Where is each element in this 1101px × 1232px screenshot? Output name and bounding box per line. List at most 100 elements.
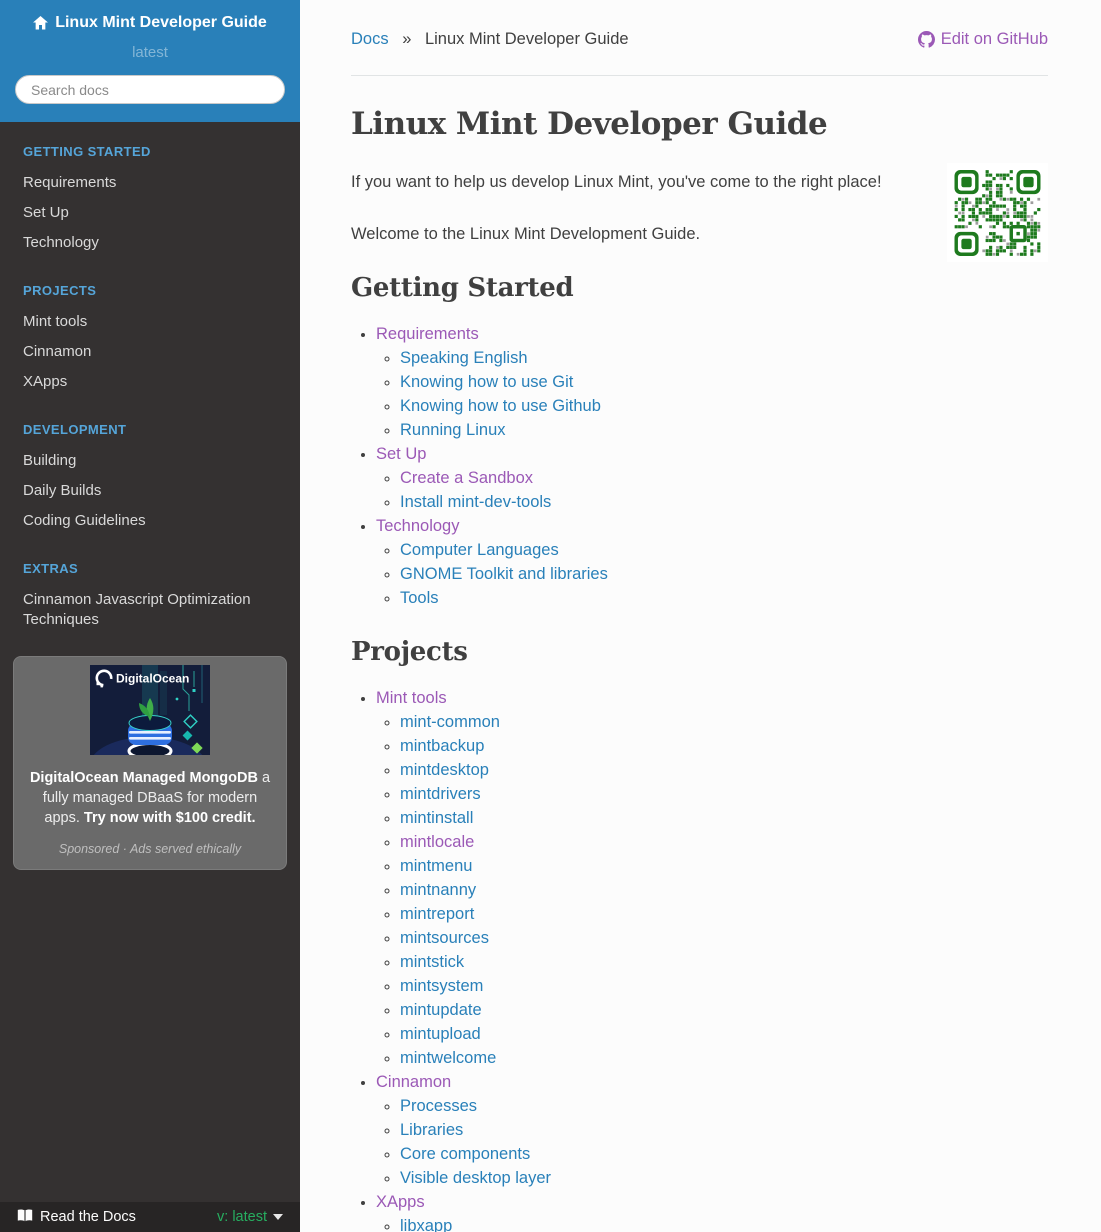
nav-caption-getting-started: GETTING STARTED — [23, 144, 151, 159]
readthedocs-label: Read the Docs — [40, 1209, 136, 1225]
breadcrumb-row: Docs » Linux Mint Developer Guide Edit o… — [351, 30, 1048, 49]
content-link-mint-common[interactable]: mint-common — [400, 713, 500, 731]
toc-subitem: Running Linux — [400, 418, 1048, 442]
sidebar-item-cinnamon-javascript-optimization-techniques[interactable]: Cinnamon Javascript Optimization Techniq… — [0, 585, 300, 635]
ad-cta: Try now with $100 credit. — [83, 810, 256, 826]
toc-subitem: GNOME Toolkit and libraries — [400, 562, 1048, 586]
toc-subitem: mintdrivers — [400, 782, 1048, 806]
readthedocs-bar: Read the Docs v: latest — [0, 1202, 300, 1232]
content-link-gnome-toolkit-and-libraries[interactable]: GNOME Toolkit and libraries — [400, 565, 608, 583]
content-link-mintbackup[interactable]: mintbackup — [400, 737, 484, 755]
section-heading-projects: Projects — [351, 637, 468, 667]
home-icon — [33, 16, 49, 30]
toc-subitem: mintbackup — [400, 734, 1048, 758]
ad-text[interactable]: DigitalOcean Managed MongoDB a fully man… — [26, 768, 274, 828]
toc-subitem: mintstick — [400, 950, 1048, 974]
sidebar-nav: GETTING STARTED Requirements Set Up Technol… — [0, 122, 300, 635]
sidebar: Linux Mint Developer Guide latest GETTIN… — [0, 0, 300, 1232]
caret-down-icon — [273, 1214, 283, 1220]
sidebar-item-cinnamon[interactable]: Cinnamon — [0, 337, 300, 367]
toc-subitem: Create a Sandbox — [400, 466, 1048, 490]
sidebar-item-requirements[interactable]: Requirements — [0, 168, 300, 198]
digitalocean-ad-image[interactable]: DigitalOcean — [90, 665, 210, 755]
toc-sublist: Computer Languages GNOME Toolkit and libr… — [376, 538, 1048, 610]
content-link-libxapp[interactable]: libxapp — [400, 1217, 452, 1232]
content-link-requirements[interactable]: Requirements — [376, 325, 479, 343]
sidebar-item-xapps[interactable]: XApps — [0, 367, 300, 397]
content-link-install-mint-dev-tools[interactable]: Install mint-dev-tools — [400, 493, 551, 511]
toc-item: Cinnamon Processes Libraries Core component… — [376, 1070, 1048, 1190]
intro-paragraph-1: If you want to help us develop Linux Min… — [351, 173, 882, 191]
content-link-knowing-how-to-use-github[interactable]: Knowing how to use Github — [400, 397, 601, 415]
toc-subitem: Computer Languages — [400, 538, 1048, 562]
toc-subitem: mintlocale — [400, 830, 1048, 854]
toc-list: Requirements Speaking English Knowing how … — [351, 322, 1048, 610]
toc-sublist: Speaking English Knowing how to use Git Kn… — [376, 346, 1048, 442]
edit-on-github-link[interactable]: Edit on GitHub — [917, 30, 1048, 49]
svg-text:DigitalOcean: DigitalOcean — [116, 672, 189, 686]
project-home-link[interactable]: Linux Mint Developer Guide — [33, 14, 267, 32]
content-link-libraries[interactable]: Libraries — [400, 1121, 463, 1139]
content-link-mintstick[interactable]: mintstick — [400, 953, 464, 971]
content-link-computer-languages[interactable]: Computer Languages — [400, 541, 559, 559]
toc-item: Set Up Create a Sandbox Install mint-dev-t… — [376, 442, 1048, 514]
content-link-mintlocale[interactable]: mintlocale — [400, 833, 474, 851]
version-switcher[interactable]: v: latest — [217, 1209, 283, 1225]
content-link-create-a-sandbox[interactable]: Create a Sandbox — [400, 469, 533, 487]
qr-code-image — [947, 163, 1048, 262]
content-link-technology[interactable]: Technology — [376, 517, 459, 535]
content-link-processes[interactable]: Processes — [400, 1097, 477, 1115]
content-link-running-linux[interactable]: Running Linux — [400, 421, 506, 439]
toc-subitem: mintwelcome — [400, 1046, 1048, 1070]
sidebar-item-set-up[interactable]: Set Up — [0, 198, 300, 228]
toc-item: Technology Computer Languages GNOME Toolki… — [376, 514, 1048, 610]
readthedocs-link[interactable]: Read the Docs — [17, 1209, 136, 1226]
sidebar-item-building[interactable]: Building — [0, 446, 300, 476]
content-link-mintsources[interactable]: mintsources — [400, 929, 489, 947]
content-link-xapps[interactable]: XApps — [376, 1193, 425, 1211]
content-link-mintmenu[interactable]: mintmenu — [400, 857, 472, 875]
content-link-mintsystem[interactable]: mintsystem — [400, 977, 483, 995]
toc-subitem: Processes — [400, 1094, 1048, 1118]
content-link-mintupdate[interactable]: mintupdate — [400, 1001, 482, 1019]
toc-subitem: mint-common — [400, 710, 1048, 734]
content-link-core-components[interactable]: Core components — [400, 1145, 530, 1163]
content-link-speaking-english[interactable]: Speaking English — [400, 349, 528, 367]
content-link-mintupload[interactable]: mintupload — [400, 1025, 481, 1043]
toc-sublist: libxapppython-xapp — [376, 1214, 1048, 1232]
toc-subitem: mintreport — [400, 902, 1048, 926]
breadcrumb-divider — [351, 75, 1048, 76]
sidebar-item-technology[interactable]: Technology — [0, 228, 300, 258]
content-link-mint-tools[interactable]: Mint tools — [376, 689, 447, 707]
content-link-mintdesktop[interactable]: mintdesktop — [400, 761, 489, 779]
content-link-mintdrivers[interactable]: mintdrivers — [400, 785, 481, 803]
toc-subitem: mintupdate — [400, 998, 1048, 1022]
toc-subitem: Install mint-dev-tools — [400, 490, 1048, 514]
sidebar-item-mint-tools[interactable]: Mint tools — [0, 307, 300, 337]
content-link-mintinstall[interactable]: mintinstall — [400, 809, 473, 827]
search-input[interactable] — [15, 75, 285, 104]
toc-subitem: Tools — [400, 586, 1048, 610]
toc-subitem: mintsystem — [400, 974, 1048, 998]
toc-subitem: mintnanny — [400, 878, 1048, 902]
content-link-tools[interactable]: Tools — [400, 589, 439, 607]
content-link-mintnanny[interactable]: mintnanny — [400, 881, 476, 899]
ad-headline: DigitalOcean Managed MongoDB — [29, 770, 258, 786]
version-label: latest — [132, 44, 168, 61]
intro-paragraph-2: Welcome to the Linux Mint Development Gu… — [351, 225, 701, 243]
content-link-mintwelcome[interactable]: mintwelcome — [400, 1049, 496, 1067]
ad-box[interactable]: DigitalOcean DigitalOcean Managed MongoD… — [13, 656, 287, 870]
breadcrumb-docs-link[interactable]: Docs — [351, 30, 389, 48]
page-title: Linux Mint Developer Guide — [351, 106, 828, 142]
toc-item: Requirements Speaking English Knowing how … — [376, 322, 1048, 442]
sidebar-item-daily-builds[interactable]: Daily Builds — [0, 476, 300, 506]
sidebar-item-coding-guidelines[interactable]: Coding Guidelines — [0, 506, 300, 536]
content-link-cinnamon[interactable]: Cinnamon — [376, 1073, 451, 1091]
toc-subitem: Core components — [400, 1142, 1048, 1166]
content-link-knowing-how-to-use-git[interactable]: Knowing how to use Git — [400, 373, 573, 391]
toc-sublist: Create a Sandbox Install mint-dev-tools — [376, 466, 1048, 514]
content-link-set-up[interactable]: Set Up — [376, 445, 426, 463]
content-link-mintreport[interactable]: mintreport — [400, 905, 474, 923]
content-link-visible-desktop-layer[interactable]: Visible desktop layer — [400, 1169, 551, 1187]
